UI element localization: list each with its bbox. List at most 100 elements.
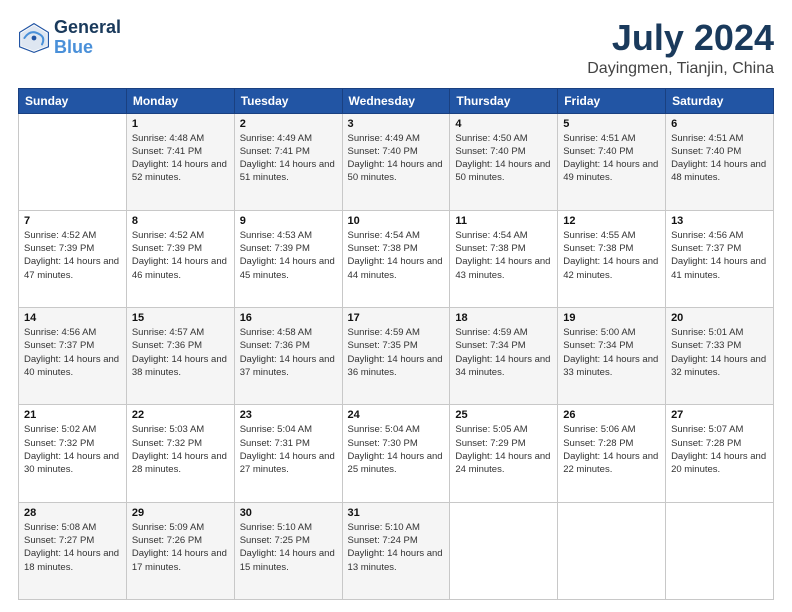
- cell-content: Sunrise: 5:08 AMSunset: 7:27 PMDaylight:…: [24, 522, 119, 573]
- calendar-cell: 1 Sunrise: 4:48 AMSunset: 7:41 PMDaylight…: [126, 113, 234, 210]
- month-year: July 2024: [587, 18, 774, 58]
- calendar-cell: 4 Sunrise: 4:50 AMSunset: 7:40 PMDaylight…: [450, 113, 558, 210]
- calendar-cell: 29 Sunrise: 5:09 AMSunset: 7:26 PMDayligh…: [126, 502, 234, 599]
- calendar-cell: 27 Sunrise: 5:07 AMSunset: 7:28 PMDayligh…: [666, 405, 774, 502]
- day-number: 17: [348, 312, 445, 324]
- calendar-cell: 5 Sunrise: 4:51 AMSunset: 7:40 PMDaylight…: [558, 113, 666, 210]
- cell-content: Sunrise: 4:52 AMSunset: 7:39 PMDaylight:…: [132, 230, 227, 281]
- calendar-cell: 3Sunrise: 4:49 AMSunset: 7:40 PMDaylight…: [342, 113, 450, 210]
- calendar-cell: 20Sunrise: 5:01 AMSunset: 7:33 PMDayligh…: [666, 308, 774, 405]
- day-number: 16: [240, 312, 337, 324]
- title-block: July 2024 Dayingmen, Tianjin, China: [587, 18, 774, 78]
- day-number: 14: [24, 312, 121, 324]
- logo: General Blue: [18, 18, 121, 58]
- calendar-week-1: 1 Sunrise: 4:48 AMSunset: 7:41 PMDaylight…: [19, 113, 774, 210]
- cell-content: Sunrise: 4:56 AMSunset: 7:37 PMDaylight:…: [24, 327, 119, 378]
- calendar-cell: 19 Sunrise: 5:00 AMSunset: 7:34 PMDayligh…: [558, 308, 666, 405]
- calendar-cell: 9 Sunrise: 4:53 AMSunset: 7:39 PMDaylight…: [234, 210, 342, 307]
- day-number: 2: [240, 118, 337, 130]
- day-number: 27: [671, 409, 768, 421]
- cell-content: Sunrise: 4:53 AMSunset: 7:39 PMDaylight:…: [240, 230, 335, 281]
- calendar-cell: 25Sunrise: 5:05 AMSunset: 7:29 PMDayligh…: [450, 405, 558, 502]
- calendar-cell: 31 Sunrise: 5:10 AMSunset: 7:24 PMDayligh…: [342, 502, 450, 599]
- calendar-table: Sunday Monday Tuesday Wednesday Thursday…: [18, 88, 774, 600]
- day-number: 29: [132, 507, 229, 519]
- calendar-cell: 2 Sunrise: 4:49 AMSunset: 7:41 PMDaylight…: [234, 113, 342, 210]
- calendar-cell: 10Sunrise: 4:54 AMSunset: 7:38 PMDayligh…: [342, 210, 450, 307]
- calendar-cell: [450, 502, 558, 599]
- col-sunday: Sunday: [19, 88, 127, 113]
- col-thursday: Thursday: [450, 88, 558, 113]
- day-number: 12: [563, 215, 660, 227]
- header-row: Sunday Monday Tuesday Wednesday Thursday…: [19, 88, 774, 113]
- calendar-cell: 21 Sunrise: 5:02 AMSunset: 7:32 PMDayligh…: [19, 405, 127, 502]
- calendar-cell: 7 Sunrise: 4:52 AMSunset: 7:39 PMDaylight…: [19, 210, 127, 307]
- calendar-cell: 16 Sunrise: 4:58 AMSunset: 7:36 PMDayligh…: [234, 308, 342, 405]
- day-number: 9: [240, 215, 337, 227]
- calendar-cell: 13Sunrise: 4:56 AMSunset: 7:37 PMDayligh…: [666, 210, 774, 307]
- cell-content: Sunrise: 5:03 AMSunset: 7:32 PMDaylight:…: [132, 424, 227, 475]
- cell-content: Sunrise: 4:50 AMSunset: 7:40 PMDaylight:…: [455, 133, 550, 184]
- calendar-cell: 28 Sunrise: 5:08 AMSunset: 7:27 PMDayligh…: [19, 502, 127, 599]
- calendar-cell: 17 Sunrise: 4:59 AMSunset: 7:35 PMDayligh…: [342, 308, 450, 405]
- cell-content: Sunrise: 5:07 AMSunset: 7:28 PMDaylight:…: [671, 424, 766, 475]
- col-tuesday: Tuesday: [234, 88, 342, 113]
- day-number: 5: [563, 118, 660, 130]
- cell-content: Sunrise: 5:02 AMSunset: 7:32 PMDaylight:…: [24, 424, 119, 475]
- calendar-cell: [666, 502, 774, 599]
- calendar-cell: 24 Sunrise: 5:04 AMSunset: 7:30 PMDayligh…: [342, 405, 450, 502]
- calendar-cell: 8Sunrise: 4:52 AMSunset: 7:39 PMDaylight…: [126, 210, 234, 307]
- cell-content: Sunrise: 4:51 AMSunset: 7:40 PMDaylight:…: [671, 133, 766, 184]
- day-number: 15: [132, 312, 229, 324]
- cell-content: Sunrise: 4:55 AMSunset: 7:38 PMDaylight:…: [563, 230, 658, 281]
- logo-text: General Blue: [54, 18, 121, 58]
- cell-content: Sunrise: 4:52 AMSunset: 7:39 PMDaylight:…: [24, 230, 119, 281]
- cell-content: Sunrise: 4:57 AMSunset: 7:36 PMDaylight:…: [132, 327, 227, 378]
- day-number: 18: [455, 312, 552, 324]
- page: General Blue July 2024 Dayingmen, Tianji…: [0, 0, 792, 612]
- cell-content: Sunrise: 4:59 AMSunset: 7:35 PMDaylight:…: [348, 327, 443, 378]
- day-number: 4: [455, 118, 552, 130]
- calendar-cell: 26Sunrise: 5:06 AMSunset: 7:28 PMDayligh…: [558, 405, 666, 502]
- cell-content: Sunrise: 5:00 AMSunset: 7:34 PMDaylight:…: [563, 327, 658, 378]
- location: Dayingmen, Tianjin, China: [587, 60, 774, 78]
- day-number: 11: [455, 215, 552, 227]
- calendar-week-4: 21 Sunrise: 5:02 AMSunset: 7:32 PMDayligh…: [19, 405, 774, 502]
- day-number: 24: [348, 409, 445, 421]
- calendar-cell: 18 Sunrise: 4:59 AMSunset: 7:34 PMDayligh…: [450, 308, 558, 405]
- header: General Blue July 2024 Dayingmen, Tianji…: [18, 18, 774, 78]
- calendar-week-2: 7 Sunrise: 4:52 AMSunset: 7:39 PMDaylight…: [19, 210, 774, 307]
- day-number: 22: [132, 409, 229, 421]
- calendar-week-5: 28 Sunrise: 5:08 AMSunset: 7:27 PMDayligh…: [19, 502, 774, 599]
- cell-content: Sunrise: 4:56 AMSunset: 7:37 PMDaylight:…: [671, 230, 766, 281]
- day-number: 7: [24, 215, 121, 227]
- day-number: 19: [563, 312, 660, 324]
- calendar-week-3: 14 Sunrise: 4:56 AMSunset: 7:37 PMDayligh…: [19, 308, 774, 405]
- calendar-cell: [19, 113, 127, 210]
- cell-content: Sunrise: 5:10 AMSunset: 7:24 PMDaylight:…: [348, 522, 443, 573]
- cell-content: Sunrise: 5:06 AMSunset: 7:28 PMDaylight:…: [563, 424, 658, 475]
- col-wednesday: Wednesday: [342, 88, 450, 113]
- cell-content: Sunrise: 4:58 AMSunset: 7:36 PMDaylight:…: [240, 327, 335, 378]
- cell-content: Sunrise: 4:51 AMSunset: 7:40 PMDaylight:…: [563, 133, 658, 184]
- calendar-cell: 11Sunrise: 4:54 AMSunset: 7:38 PMDayligh…: [450, 210, 558, 307]
- day-number: 28: [24, 507, 121, 519]
- cell-content: Sunrise: 5:04 AMSunset: 7:30 PMDaylight:…: [348, 424, 443, 475]
- calendar-cell: 22 Sunrise: 5:03 AMSunset: 7:32 PMDayligh…: [126, 405, 234, 502]
- day-number: 21: [24, 409, 121, 421]
- cell-content: Sunrise: 4:49 AMSunset: 7:40 PMDaylight:…: [348, 133, 443, 184]
- day-number: 23: [240, 409, 337, 421]
- cell-content: Sunrise: 4:59 AMSunset: 7:34 PMDaylight:…: [455, 327, 550, 378]
- logo-icon: [18, 22, 50, 54]
- col-friday: Friday: [558, 88, 666, 113]
- cell-content: Sunrise: 5:09 AMSunset: 7:26 PMDaylight:…: [132, 522, 227, 573]
- calendar-cell: 14 Sunrise: 4:56 AMSunset: 7:37 PMDayligh…: [19, 308, 127, 405]
- cell-content: Sunrise: 5:01 AMSunset: 7:33 PMDaylight:…: [671, 327, 766, 378]
- cell-content: Sunrise: 4:49 AMSunset: 7:41 PMDaylight:…: [240, 133, 335, 184]
- day-number: 31: [348, 507, 445, 519]
- day-number: 6: [671, 118, 768, 130]
- cell-content: Sunrise: 4:48 AMSunset: 7:41 PMDaylight:…: [132, 133, 227, 184]
- day-number: 1: [132, 118, 229, 130]
- calendar-cell: 6 Sunrise: 4:51 AMSunset: 7:40 PMDaylight…: [666, 113, 774, 210]
- day-number: 25: [455, 409, 552, 421]
